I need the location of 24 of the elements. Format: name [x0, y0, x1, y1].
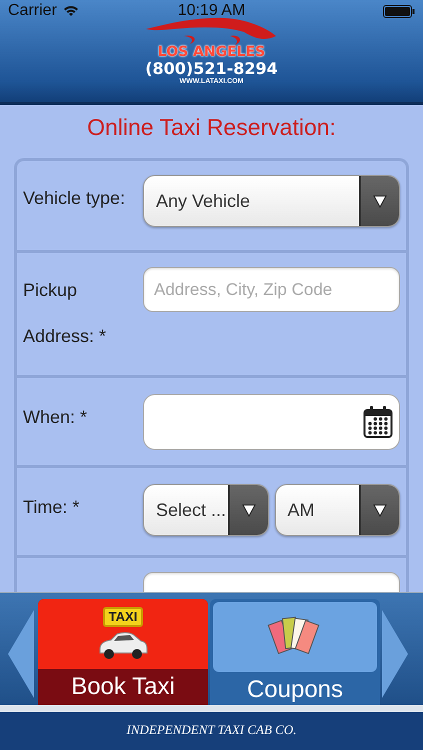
- field-label: Vehicle type:: [23, 187, 126, 210]
- taxi-sign: TAXI: [102, 607, 144, 627]
- date-field[interactable]: [143, 394, 400, 450]
- page-title: Online Taxi Reservation:: [87, 114, 336, 141]
- time-select[interactable]: Select ...: [143, 484, 268, 536]
- city-name: LOS ANGELES: [158, 44, 266, 60]
- dropdown-arrow-icon: [373, 503, 387, 517]
- vehicle-type-select[interactable]: Any Vehicle: [143, 175, 400, 227]
- nav-tab[interactable]: TAXI Book Taxi: [38, 599, 208, 705]
- phone-number: (800)521-8294: [145, 60, 278, 78]
- wifi-icon: [62, 5, 79, 17]
- dropdown-arrow-icon: [373, 194, 387, 208]
- field-label: Time: *: [23, 496, 80, 519]
- battery-icon: [383, 4, 415, 18]
- nav-tab[interactable]: Coupons: [210, 599, 380, 705]
- calendar-icon: [363, 405, 393, 439]
- am-pm-select[interactable]: AM: [274, 484, 400, 536]
- company-name: INDEPENDENT TAXI CAB CO.: [126, 722, 296, 737]
- car-icon: [97, 629, 149, 661]
- field-label: Pickup Address: *: [23, 279, 108, 348]
- field-label: When: *: [23, 406, 88, 429]
- dropdown-arrow-icon: [242, 503, 256, 517]
- carrier-name: Carrier: [8, 2, 57, 20]
- clock-time: 10:19 AM: [178, 2, 246, 19]
